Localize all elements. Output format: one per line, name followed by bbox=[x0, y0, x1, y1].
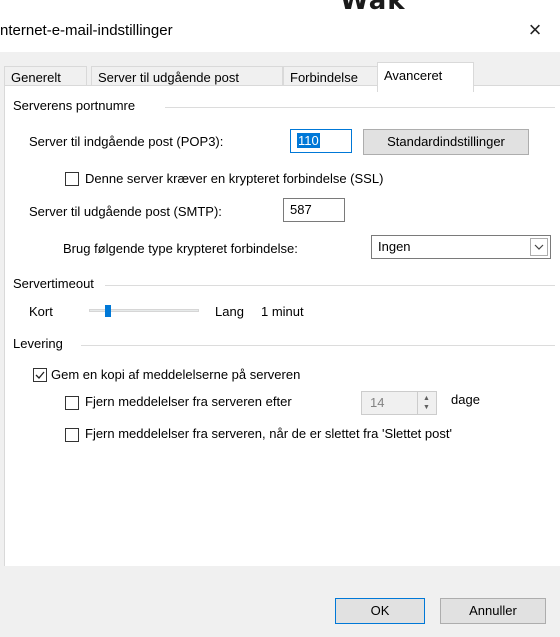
tab-label: Generelt bbox=[11, 70, 61, 85]
spinner-down-icon[interactable]: ▼ bbox=[423, 404, 430, 411]
spinner-buttons[interactable]: ▲ ▼ bbox=[417, 392, 436, 414]
outgoing-port-value: 587 bbox=[290, 202, 312, 217]
keep-copy-checkbox[interactable] bbox=[33, 368, 47, 382]
remove-after-checkbox[interactable] bbox=[65, 396, 79, 410]
timeout-value-label: 1 minut bbox=[261, 304, 304, 319]
timeout-group-header: Servertimeout bbox=[13, 276, 555, 294]
remove-deleted-label: Fjern meddelelser fra serveren, når de e… bbox=[85, 426, 452, 441]
chevron-down-icon bbox=[530, 238, 548, 256]
group-divider bbox=[81, 345, 555, 346]
ports-group-label: Serverens portnumre bbox=[13, 98, 136, 113]
days-unit-label: dage bbox=[451, 392, 480, 407]
tab-label: Forbindelse bbox=[290, 70, 358, 85]
timeout-group-label: Servertimeout bbox=[13, 276, 94, 291]
timeout-slider[interactable] bbox=[89, 303, 199, 321]
slider-thumb[interactable] bbox=[105, 305, 111, 317]
window-title: nternet-e-mail-indstillinger bbox=[0, 22, 173, 39]
incoming-port-value: 110 bbox=[297, 133, 320, 148]
keep-copy-label: Gem en kopi af meddelelserne på serveren bbox=[51, 367, 301, 382]
background-logo-text: Wak bbox=[340, 0, 406, 12]
background-app-strip: Wak bbox=[0, 0, 560, 12]
timeout-long-label: Lang bbox=[215, 304, 244, 319]
encryption-type-value: Ingen bbox=[378, 239, 411, 254]
days-value: 14 bbox=[370, 395, 385, 410]
incoming-port-input[interactable]: 110 bbox=[290, 129, 352, 153]
settings-dialog: Generelt Server til udgående post Forbin… bbox=[0, 52, 560, 637]
remove-deleted-checkbox[interactable] bbox=[65, 428, 79, 442]
ports-group-header: Serverens portnumre bbox=[13, 98, 555, 116]
encryption-type-select[interactable]: Ingen bbox=[371, 235, 551, 259]
outgoing-port-label: Server til udgående post (SMTP): bbox=[29, 204, 222, 219]
remove-after-label: Fjern meddelelser fra serveren efter bbox=[85, 394, 292, 409]
defaults-button[interactable]: Standardindstillinger bbox=[363, 129, 529, 155]
delivery-group-label: Levering bbox=[13, 336, 63, 351]
timeout-short-label: Kort bbox=[29, 304, 53, 319]
outgoing-port-input[interactable]: 587 bbox=[283, 198, 345, 222]
tab-advanced[interactable]: Avanceret bbox=[377, 62, 474, 92]
group-divider bbox=[105, 285, 555, 286]
spinner-up-icon[interactable]: ▲ bbox=[423, 395, 430, 402]
cancel-button[interactable]: Annuller bbox=[440, 598, 546, 624]
incoming-port-label: Server til indgående post (POP3): bbox=[29, 134, 224, 149]
close-icon[interactable]: × bbox=[522, 17, 548, 43]
group-divider bbox=[165, 107, 555, 108]
tab-label: Server til udgående post bbox=[98, 70, 239, 85]
ssl-checkbox[interactable] bbox=[65, 172, 79, 186]
ok-button[interactable]: OK bbox=[335, 598, 425, 624]
tab-label: Avanceret bbox=[384, 68, 443, 83]
ssl-checkbox-label: Denne server kræver en krypteret forbind… bbox=[85, 171, 384, 186]
delivery-group-header: Levering bbox=[13, 336, 555, 354]
title-bar: nternet-e-mail-indstillinger × bbox=[0, 12, 560, 52]
checkmark-icon bbox=[35, 371, 45, 379]
advanced-tab-page: Serverens portnumre Server til indgående… bbox=[4, 85, 560, 566]
encryption-type-label: Brug følgende type krypteret forbindelse… bbox=[63, 241, 298, 256]
days-spinner[interactable]: 14 ▲ ▼ bbox=[361, 391, 437, 415]
